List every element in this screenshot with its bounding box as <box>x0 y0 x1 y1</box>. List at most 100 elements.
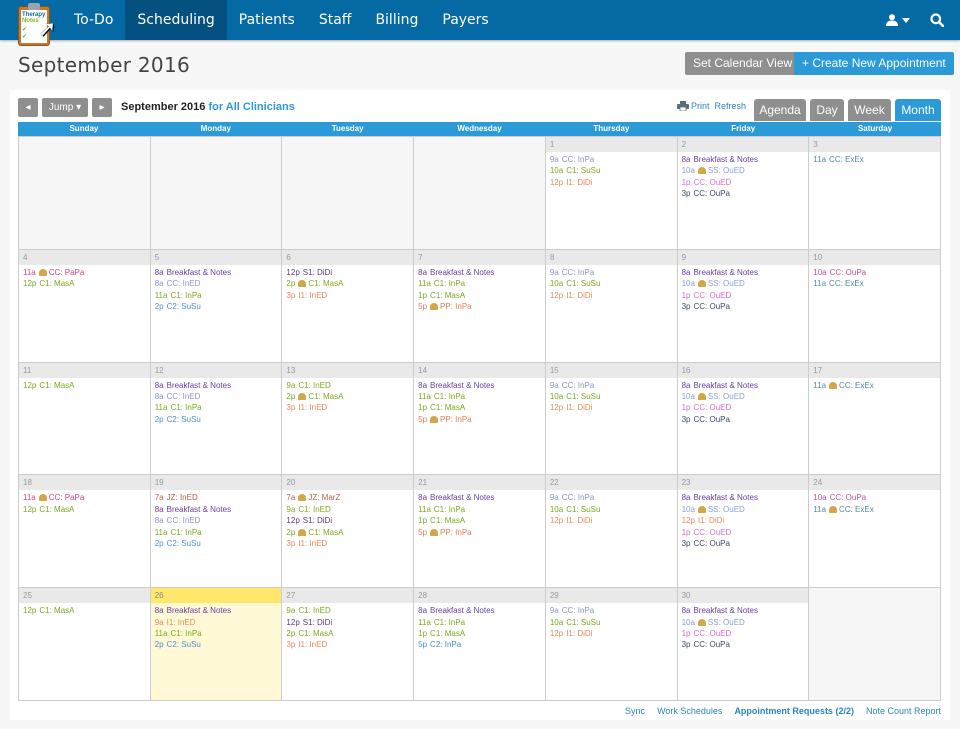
day-cell-30[interactable]: 30 8a Breakfast & Notes 10a SS: OuED 1p CC: Ou… <box>677 587 810 700</box>
day-cell-7[interactable]: 7 8a Breakfast & Notes 11a C1: InPa 1p C1: Mas… <box>414 248 546 362</box>
appointment-item[interactable]: 11a CC: ExEx <box>813 154 936 165</box>
next-month-button[interactable]: ▸ <box>92 98 112 117</box>
appointment-item[interactable]: 11a C1: InPa <box>418 278 541 289</box>
tab-week[interactable]: Week <box>848 99 891 121</box>
appointment-item[interactable]: 1p CC: OuED <box>682 628 805 639</box>
appointment-item[interactable]: 5p C2: InPa <box>418 639 541 650</box>
appointment-item[interactable]: 10a C1: SuSu <box>550 165 673 176</box>
appointment-item[interactable]: 9a C1: InED <box>286 380 409 391</box>
appointment-item[interactable]: 11a C1: InPa <box>418 391 541 402</box>
footer-link-appointment-requests-2-2[interactable]: Appointment Requests (2/2) <box>734 706 854 716</box>
appointment-item[interactable]: 12p C1: MasA <box>23 380 146 391</box>
search-button[interactable] <box>930 13 944 27</box>
appointment-item[interactable]: 12p I1: DiDi <box>682 515 805 526</box>
tab-agenda[interactable]: Agenda <box>754 99 806 121</box>
appointment-item[interactable]: 11a C1: InPa <box>155 290 278 301</box>
appointment-item[interactable]: 10a C1: SuSu <box>550 391 673 402</box>
appointment-item[interactable]: 5p PP: InPa <box>418 414 541 425</box>
appointment-item[interactable]: 5p PP: InPa <box>418 527 541 538</box>
set-calendar-view-button[interactable]: Set Calendar View <box>685 52 801 75</box>
appointment-item[interactable]: 8a CC: InED <box>155 278 278 289</box>
jump-dropdown-button[interactable]: Jump ▾ <box>42 98 88 117</box>
appointment-item[interactable]: 3p I1: InED <box>286 639 409 650</box>
appointment-item[interactable]: 1p CC: OuED <box>682 290 805 301</box>
appointment-item[interactable]: 12p I1: DiDi <box>550 177 673 188</box>
appointment-item[interactable]: 11a CC: PaPa <box>23 492 146 503</box>
appointment-item[interactable]: 12p I1: DiDi <box>550 290 673 301</box>
appointment-item[interactable]: 9a C1: InED <box>286 605 409 616</box>
refresh-link[interactable]: Refresh <box>715 101 747 111</box>
appointment-item[interactable]: 7a JZ: MarZ <box>286 492 409 503</box>
appointment-item[interactable]: 2p C1: MasA <box>286 278 409 289</box>
appointment-item[interactable]: 9a CC: InPa <box>550 380 673 391</box>
day-cell-27[interactable]: 27 9a C1: InED 12p S1: DiDi 2p C1: MasA 3p I1: I… <box>282 587 415 700</box>
empty-day-cell[interactable] <box>150 136 283 249</box>
appointment-item[interactable]: 8a Breakfast & Notes <box>682 605 805 616</box>
footer-link-sync[interactable]: Sync <box>625 706 645 716</box>
day-cell-3[interactable]: 3 11a CC: ExEx <box>809 136 941 249</box>
appointment-item[interactable]: 1p CC: OuED <box>682 527 805 538</box>
appointment-item[interactable]: 8a Breakfast & Notes <box>155 605 278 616</box>
tab-month[interactable]: Month <box>895 99 941 121</box>
day-cell-19[interactable]: 19 7a JZ: InED 8a Breakfast & Notes 8a CC: InE… <box>150 474 283 588</box>
appointment-item[interactable]: 12p S1: DiDi <box>286 515 409 526</box>
day-cell-6[interactable]: 6 12p S1: DiDi 2p C1: MasA 3p I1: InED <box>282 248 415 362</box>
empty-day-cell[interactable] <box>809 587 941 700</box>
appointment-item[interactable]: 8a Breakfast & Notes <box>155 267 278 278</box>
appointment-item[interactable]: 12p I1: DiDi <box>550 402 673 413</box>
day-cell-20[interactable]: 20 7a JZ: MarZ 9a C1: InED 12p S1: DiDi 2p C1: M… <box>282 474 415 588</box>
appointment-item[interactable]: 2p C2: SuSu <box>155 414 278 425</box>
appointment-item[interactable]: 10a SS: OuED <box>682 278 805 289</box>
print-link[interactable]: Print <box>677 101 710 111</box>
nav-item-payers[interactable]: Payers <box>430 0 500 40</box>
appointment-item[interactable]: 9a CC: InPa <box>550 605 673 616</box>
appointment-item[interactable]: 10a CC: OuPa <box>813 492 936 503</box>
day-cell-26[interactable]: 26 8a Breakfast & Notes 9a I1: InED 11a C1: In… <box>150 587 283 700</box>
appointment-item[interactable]: 9a I1: InED <box>155 617 278 628</box>
appointment-item[interactable]: 2p C1: MasA <box>286 391 409 402</box>
appointment-item[interactable]: 9a CC: InPa <box>550 154 673 165</box>
day-cell-1[interactable]: 1 9a CC: InPa 10a C1: SuSu 12p I1: DiDi <box>545 136 678 249</box>
nav-item-staff[interactable]: Staff <box>307 0 364 40</box>
appointment-item[interactable]: 11a C1: InPa <box>155 402 278 413</box>
day-cell-5[interactable]: 5 8a Breakfast & Notes 8a CC: InED 11a C1: InP… <box>150 248 283 362</box>
appointment-item[interactable]: 8a Breakfast & Notes <box>682 380 805 391</box>
footer-link-work-schedules[interactable]: Work Schedules <box>657 706 722 716</box>
appointment-item[interactable]: 9a CC: InPa <box>550 267 673 278</box>
day-cell-8[interactable]: 8 9a CC: InPa 10a C1: SuSu 12p I1: DiDi <box>545 248 678 362</box>
appointment-item[interactable]: 10a C1: SuSu <box>550 504 673 515</box>
nav-item-to-do[interactable]: To-Do <box>62 0 125 40</box>
appointment-item[interactable]: 1p C1: MasA <box>418 290 541 301</box>
empty-day-cell[interactable] <box>19 136 151 249</box>
appointment-item[interactable]: 2p C1: MasA <box>286 628 409 639</box>
day-cell-9[interactable]: 9 8a Breakfast & Notes 10a SS: OuED 1p CC: OuE… <box>677 248 810 362</box>
appointment-item[interactable]: 3p I1: InED <box>286 538 409 549</box>
day-cell-28[interactable]: 28 8a Breakfast & Notes 11a C1: InPa 1p C1: Ma… <box>414 587 546 700</box>
appointment-item[interactable]: 8a Breakfast & Notes <box>418 380 541 391</box>
user-menu-button[interactable] <box>886 14 910 26</box>
appointment-item[interactable]: 12p I1: DiDi <box>550 515 673 526</box>
nav-item-billing[interactable]: Billing <box>363 0 430 40</box>
appointment-item[interactable]: 1p CC: OuED <box>682 402 805 413</box>
appointment-item[interactable]: 12p C1: MasA <box>23 605 146 616</box>
appointment-item[interactable]: 3p I1: InED <box>286 402 409 413</box>
tab-day[interactable]: Day <box>810 99 844 121</box>
nav-item-patients[interactable]: Patients <box>227 0 307 40</box>
appointment-item[interactable]: 3p CC: OuPa <box>682 639 805 650</box>
previous-month-button[interactable]: ◂ <box>18 98 38 117</box>
appointment-item[interactable]: 1p C1: MasA <box>418 628 541 639</box>
day-cell-13[interactable]: 13 9a C1: InED 2p C1: MasA 3p I1: InED <box>282 361 415 475</box>
appointment-item[interactable]: 3p CC: OuPa <box>682 414 805 425</box>
appointment-item[interactable]: 2p C2: SuSu <box>155 639 278 650</box>
appointment-item[interactable]: 12p I1: DiDi <box>550 628 673 639</box>
appointment-item[interactable]: 3p CC: OuPa <box>682 538 805 549</box>
appointment-item[interactable]: 8a Breakfast & Notes <box>155 380 278 391</box>
appointment-item[interactable]: 10a SS: OuED <box>682 391 805 402</box>
day-cell-17[interactable]: 17 11a CC: ExEx <box>809 361 941 475</box>
appointment-item[interactable]: 7a JZ: InED <box>155 492 278 503</box>
therapy-notes-logo[interactable]: Therapy Notes ✔ ✔ ➚ <box>18 2 56 46</box>
appointment-item[interactable]: 8a Breakfast & Notes <box>418 492 541 503</box>
day-cell-14[interactable]: 14 8a Breakfast & Notes 11a C1: InPa 1p C1: Ma… <box>414 361 546 475</box>
day-cell-25[interactable]: 25 12p C1: MasA <box>19 587 151 700</box>
day-cell-24[interactable]: 24 10a CC: OuPa 11a CC: ExEx <box>809 474 941 588</box>
